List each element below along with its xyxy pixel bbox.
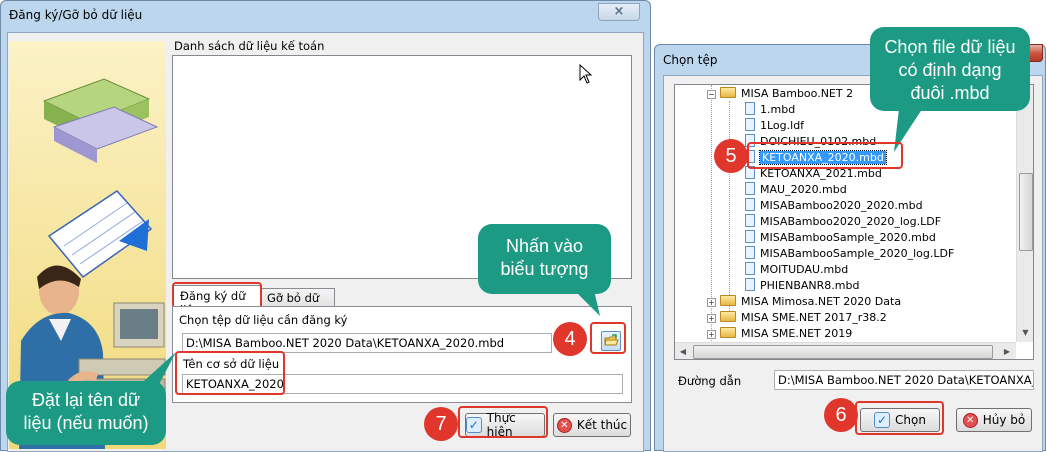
expand-icon: + [707,330,716,339]
file-icon [745,214,755,227]
file-icon [745,262,755,275]
close-icon: × [613,4,625,19]
choose-file-title: Chọn tệp [663,53,718,67]
tree-item-label: MAU_2020.mbd [760,183,847,196]
highlight-browse-button [590,322,626,354]
choose-file-body: − MISA Bamboo.NET 2 1.mbd 1Log.ldf DOICHI… [663,75,1043,452]
step-badge-5: 5 [714,139,748,173]
step-badge-7: 7 [424,407,458,441]
tree-folder[interactable]: + MISA SME.NET 2017_r38.2 [707,310,887,326]
cancel-icon: ✕ [556,417,572,433]
callout-choose-file: Chọn file dữ liệu có định dạng đuôi .mbd [870,27,1030,111]
exit-button[interactable]: ✕ Kết thúc [553,413,631,437]
callout-text: Đặt lại tên dữ liệu (nếu muốn) [23,390,149,433]
tree-item-label: MISA Bamboo.NET 2 [741,87,854,100]
tree-folder[interactable]: + MISA SME.NET 2019 [707,326,852,342]
tree-item-label: MISA Mimosa.NET 2020 Data [741,295,902,308]
tree-file[interactable]: MISABambooSample_2020_log.LDF [745,246,954,262]
path-label: Đường dẫn [678,374,742,388]
expand-icon: + [707,298,716,307]
file-icon [745,230,755,243]
tree-folder[interactable]: + MISA Mimosa.NET 2020 Data [707,294,901,310]
callout-click-icon: Nhấn vào biểu tượng [478,224,611,294]
folder-tree[interactable]: − MISA Bamboo.NET 2 1.mbd 1Log.ldf DOICHI… [674,84,1034,360]
callout-pointer [134,352,176,390]
callout-rename: Đặt lại tên dữ liệu (nếu muốn) [6,381,166,445]
scroll-right-icon[interactable]: ▶ [999,343,1015,359]
tree-item-label: MISABambooSample_2020.mbd [760,231,936,244]
horizontal-scrollbar[interactable]: ◀ ▶ [675,342,1016,359]
tree-item-label: MISABambooSample_2020_log.LDF [760,247,955,260]
tree-file[interactable]: MISABambooSample_2020.mbd [745,230,936,246]
close-button[interactable]: × [598,3,640,21]
tree-item-label: 1Log.ldf [760,119,805,132]
folder-icon [720,295,736,306]
tree-folder-misa-bamboo[interactable]: − MISA Bamboo.NET 2 [707,86,853,102]
tree-file[interactable]: 1Log.ldf [745,118,804,134]
callout-text: Chọn file dữ liệu có định dạng đuôi .mbd [884,37,1016,103]
tree-file[interactable]: MISABamboo2020_2020_log.LDF [745,214,941,230]
tree-guide-line [729,101,730,317]
tree-file[interactable]: 1.mbd [745,102,795,118]
scroll-down-icon[interactable]: ▼ [1017,325,1033,341]
tree-item-label: PHIENBANR8.mbd [760,279,860,292]
tree-item-label: MISA SME.NET 2019 [741,327,853,340]
file-icon [745,118,755,131]
register-dialog-titlebar: Đăng ký/Gỡ bỏ dữ liệu × [1,1,650,31]
tree-file[interactable]: MOITUDAU.mbd [745,262,848,278]
tree-file[interactable]: MAU_2020.mbd [745,182,847,198]
folder-icon [720,87,736,98]
tab-highlight [172,282,262,309]
callout-pointer [574,290,600,316]
file-icon [745,278,755,291]
highlight-db-name [175,351,285,395]
file-icon [745,182,755,195]
tree-item-label: MISABamboo2020_2020_log.LDF [760,215,942,228]
scrollbar-thumb[interactable] [1019,173,1033,251]
highlight-choose-button [855,401,944,435]
step-badge-6: 6 [824,398,858,432]
tree-item-label: MOITUDAU.mbd [760,263,849,276]
expand-icon: + [707,314,716,323]
register-dialog-title: Đăng ký/Gỡ bỏ dữ liệu [9,8,143,22]
file-icon [745,246,755,259]
cancel-icon: ✕ [962,412,978,428]
mouse-cursor-icon [579,64,593,84]
accounting-data-list-label: Danh sách dữ liệu kế toán [174,39,325,53]
tree-file[interactable]: PHIENBANR8.mbd [745,278,859,294]
highlight-execute-button [458,406,548,438]
tree-item-label: 1.mbd [760,103,796,116]
tree-file[interactable]: MISABamboo2020_2020.mbd [745,198,923,214]
vertical-scrollbar[interactable]: ▲ ▼ [1016,85,1033,342]
collapse-icon: − [707,90,716,99]
callout-text: Nhấn vào biểu tượng [500,236,589,279]
folder-icon [720,311,736,322]
exit-button-label: Kết thúc [576,418,628,432]
file-icon [745,198,755,211]
cancel-button[interactable]: ✕ Hủy bỏ [956,408,1032,432]
scroll-left-icon[interactable]: ◀ [675,343,691,359]
step-badge-4: 4 [553,322,587,356]
highlight-selected-file [747,142,903,169]
tab-remove-data[interactable]: Gỡ bỏ dữ liệu [261,288,335,319]
tree-item-label: MISA SME.NET 2017_r38.2 [741,311,887,324]
cancel-button-label: Hủy bỏ [982,413,1026,427]
folder-icon [720,327,736,338]
scrollbar-thumb[interactable] [693,345,993,359]
tree-item-label: MISABamboo2020_2020.mbd [760,199,923,212]
file-path-field[interactable]: D:\MISA Bamboo.NET 2020 Data\KETOANXA_20… [182,333,552,353]
file-icon [745,102,755,115]
path-field[interactable]: D:\MISA Bamboo.NET 2020 Data\KETOANXA_20… [774,370,1034,390]
file-field-label: Chọn tệp dữ liệu cần đăng ký [179,313,348,327]
